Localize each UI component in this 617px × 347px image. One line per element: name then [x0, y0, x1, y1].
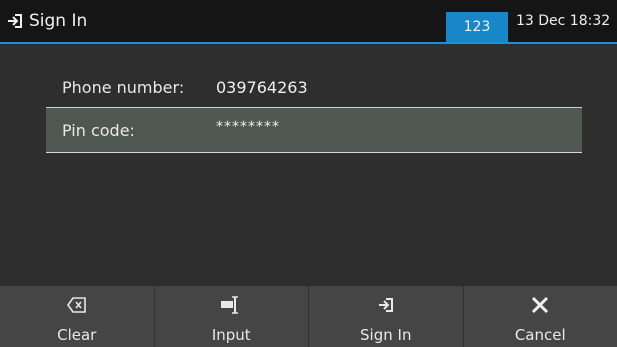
input-button[interactable]: Input — [155, 286, 309, 347]
softkey-bar: Clear Input Sign In Cancel — [0, 286, 617, 347]
phone-number-value[interactable]: 039764263 — [216, 78, 308, 97]
title-group: Sign In — [6, 0, 87, 42]
pin-code-field[interactable]: Pin code: ******** — [46, 108, 582, 153]
sign-in-icon — [8, 14, 22, 28]
sign-in-label: Sign In — [360, 326, 412, 344]
pin-code-value[interactable]: ******** — [216, 119, 280, 135]
title-bar: Sign In 123 13 Dec 18:32 — [0, 0, 617, 44]
close-icon — [532, 296, 549, 314]
cancel-label: Cancel — [514, 326, 566, 344]
phone-number-field[interactable]: Phone number: 039764263 — [46, 68, 582, 108]
pin-code-label: Pin code: — [62, 120, 135, 140]
page-title: Sign In — [29, 11, 88, 31]
clear-label: Clear — [57, 326, 97, 344]
sign-in-form: Phone number: 039764263 Pin code: ******… — [46, 68, 582, 153]
status-badge: 123 — [446, 12, 508, 42]
sign-in-icon — [378, 298, 393, 312]
input-mode-icon — [221, 296, 239, 314]
clear-button[interactable]: Clear — [0, 286, 155, 347]
cancel-button[interactable]: Cancel — [464, 286, 617, 347]
phone-number-label: Phone number: — [62, 78, 185, 97]
sign-in-button[interactable]: Sign In — [309, 286, 464, 347]
date-time: 13 Dec 18:32 — [516, 13, 611, 29]
backspace-icon — [66, 297, 86, 313]
input-label: Input — [211, 326, 251, 344]
